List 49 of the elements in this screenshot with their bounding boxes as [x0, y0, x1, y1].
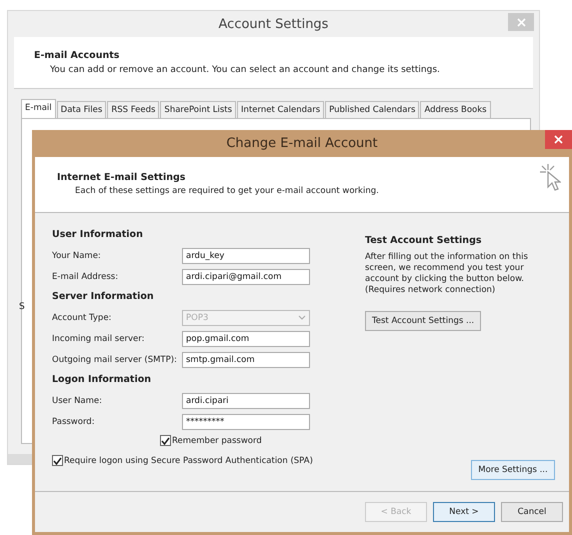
group-heading: User Information [52, 229, 143, 240]
description-text: After filling out the information on this screen, we recommend you test your account by clicking the button below. (Requires network connection) [365, 252, 529, 296]
checkbox[interactable] [52, 455, 63, 466]
group-heading: Test Account Settings [365, 235, 482, 246]
input-field[interactable]: ardi.cipari [182, 392, 310, 408]
dialog-button: < Back [365, 502, 427, 522]
test-settings-button[interactable]: Test Account Settings ... [365, 311, 482, 331]
field-label: E-mail Address: [52, 272, 120, 282]
field-label: Incoming mail server: [52, 334, 146, 344]
caret-icon [298, 315, 306, 320]
checkmark-icon [161, 436, 170, 444]
input-field[interactable]: pop.gmail.com [182, 330, 310, 346]
checkmark-icon [53, 456, 62, 464]
tab[interactable]: Published Calendars [325, 101, 420, 118]
checkbox[interactable] [160, 435, 171, 446]
partial-label: S [19, 302, 25, 312]
field-label: Password: [52, 416, 96, 426]
input-field[interactable]: ********* [182, 414, 310, 430]
checkbox-label: Require logon using Secure Password Authentication (SPA) [64, 456, 313, 466]
section-description: Each of these settings are required to get your e-mail account working. [75, 186, 379, 196]
tab[interactable]: Internet Calendars [237, 101, 324, 118]
tab[interactable]: Data Files [56, 101, 106, 118]
window-title: Account Settings [218, 16, 328, 32]
close-icon [516, 18, 526, 26]
tab[interactable]: RSS Feeds [107, 101, 160, 118]
tab[interactable]: SharePoint Lists [160, 101, 236, 118]
input-field[interactable]: ardu_key [182, 248, 310, 264]
input-field[interactable]: smtp.gmail.com [182, 352, 310, 368]
close-button[interactable] [545, 130, 572, 149]
dropdown-value: POP3 [186, 312, 208, 322]
section-description: You can add or remove an account. You can select an account and change its settings. [50, 65, 440, 75]
checkbox-label: Remember password [172, 436, 262, 446]
field-label: Outgoing mail server (SMTP): [52, 354, 178, 364]
group-heading: Server Information [52, 291, 154, 302]
dialog-title: Change E-mail Account [226, 136, 378, 151]
section-title: E-mail Accounts [34, 50, 120, 61]
dialog-button[interactable]: Next > [433, 502, 495, 522]
field-label: User Name: [52, 396, 104, 406]
group-heading: Logon Information [52, 374, 152, 385]
input-field[interactable]: ardi.cipari@gmail.com [182, 268, 310, 284]
field-label: Account Type: [52, 312, 112, 322]
tab[interactable]: E-mail [21, 99, 56, 118]
section-title: Internet E-mail Settings [57, 172, 186, 183]
more-settings-button[interactable]: More Settings ... [471, 460, 555, 480]
field-label: Your Name: [52, 250, 102, 260]
dialog-button[interactable]: Cancel [501, 502, 563, 522]
close-icon [554, 135, 563, 144]
tab[interactable]: Address Books [420, 101, 491, 118]
cursor-sparkle-icon [539, 163, 561, 191]
